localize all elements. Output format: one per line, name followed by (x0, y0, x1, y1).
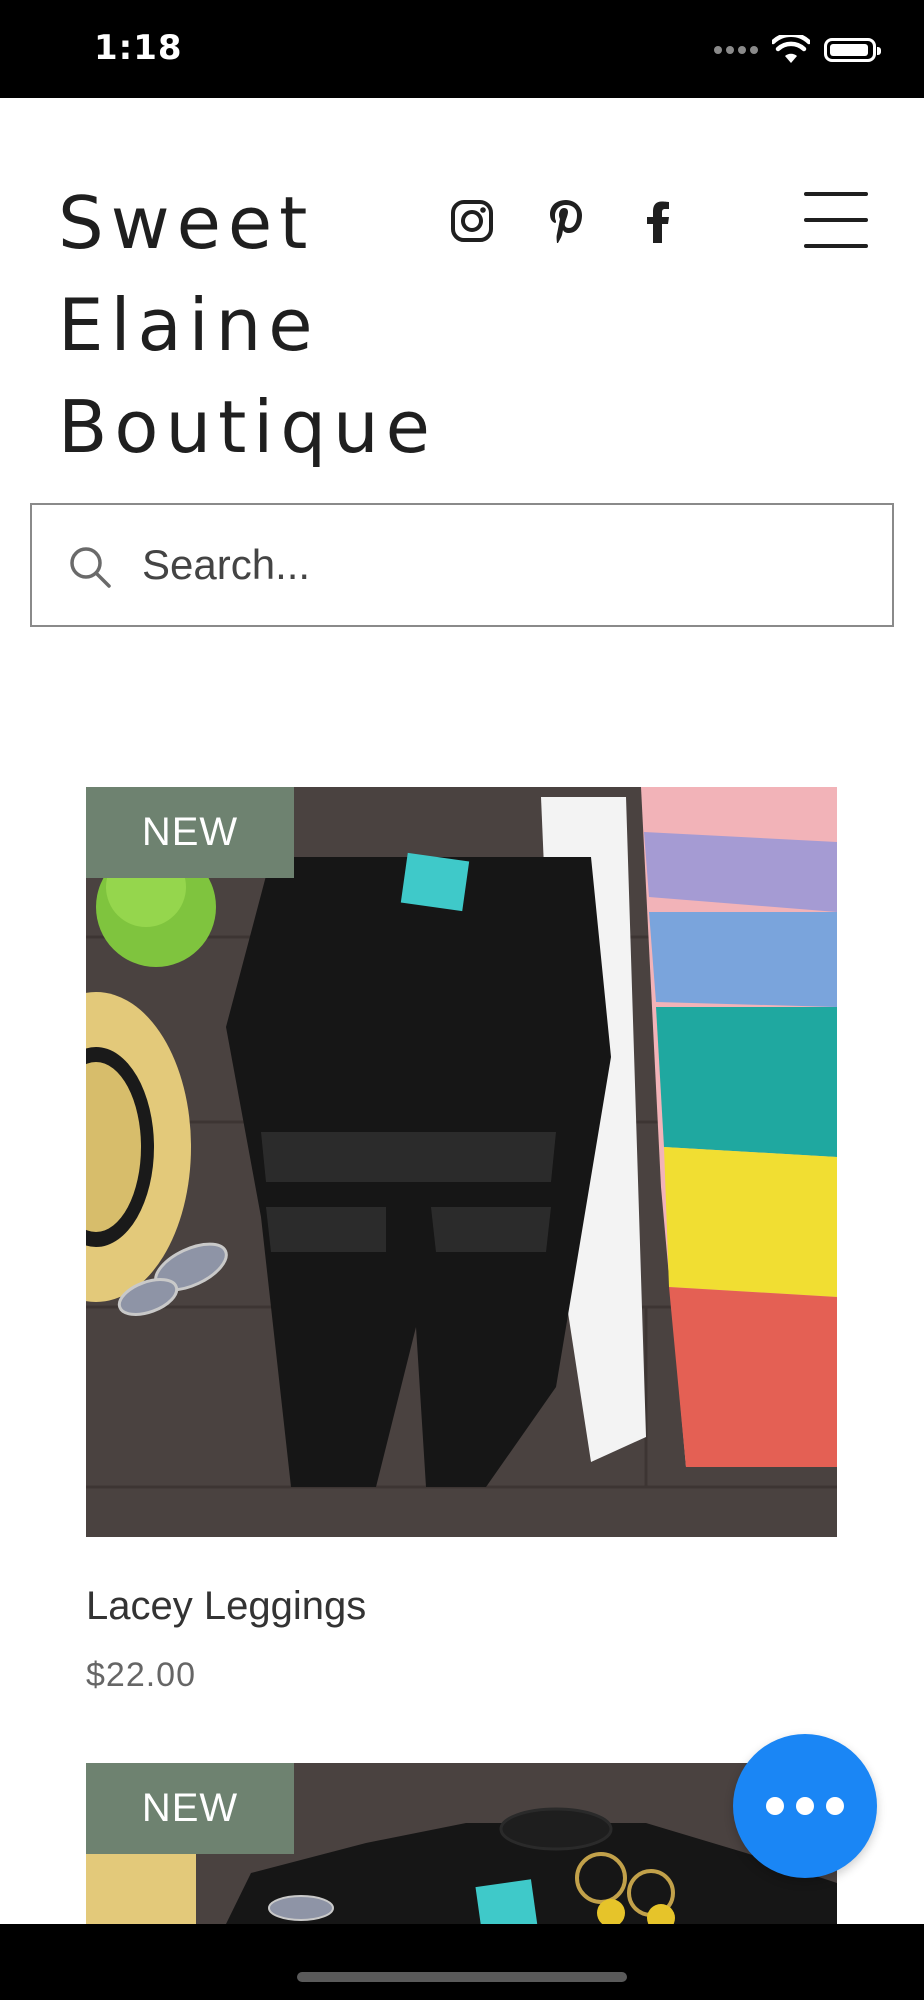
chat-dot (826, 1797, 844, 1815)
app-screen: 1:18 Sweet Elaine Boutique Search... NEW… (0, 0, 924, 2000)
cellular-signal-icon (714, 46, 758, 54)
home-indicator[interactable] (297, 1972, 627, 1982)
site-title-line-1: Sweet (58, 181, 315, 265)
status-indicators (714, 30, 881, 70)
hamburger-menu-icon[interactable] (804, 190, 868, 250)
home-bar (0, 1924, 924, 2000)
search-icon (70, 547, 111, 588)
battery-icon (824, 38, 881, 62)
instagram-icon[interactable] (446, 194, 498, 248)
site-title-line-3: Boutique (58, 385, 437, 469)
chat-dot (796, 1797, 814, 1815)
product-price: $22.00 (86, 1656, 196, 1694)
search-input[interactable] (142, 525, 842, 605)
product-name[interactable]: Lacey Leggings (86, 1584, 366, 1629)
site-title-line-2: Elaine (58, 283, 320, 367)
new-badge-2: NEW (86, 1763, 294, 1854)
pinterest-icon[interactable] (540, 194, 592, 248)
status-bar: 1:18 (0, 0, 924, 98)
product-photo (86, 787, 837, 1537)
chat-button[interactable] (733, 1734, 877, 1878)
status-time: 1:18 (94, 28, 183, 68)
product-image-lacey-leggings[interactable] (86, 787, 837, 1537)
search-bar[interactable] (30, 503, 894, 627)
facebook-icon[interactable] (632, 194, 684, 248)
chat-dot (766, 1797, 784, 1815)
site-title[interactable]: Sweet Elaine Boutique (58, 172, 437, 478)
wifi-icon (772, 35, 810, 63)
new-badge: NEW (86, 787, 294, 878)
